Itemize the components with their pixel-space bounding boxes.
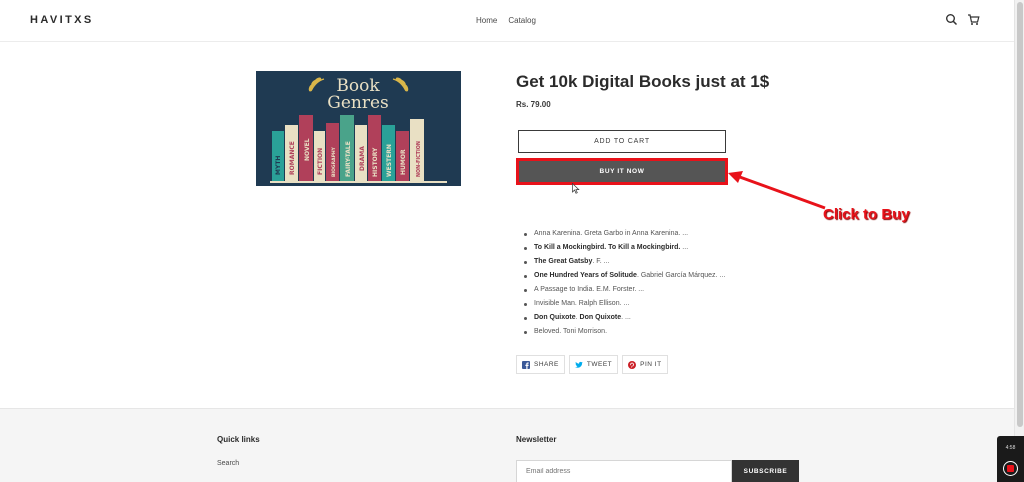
list-item-bold: One Hundred Years of Solitude xyxy=(534,272,637,279)
stop-icon xyxy=(1007,465,1014,472)
recorder-time: 4:58 xyxy=(1005,445,1016,451)
footer-link-search[interactable]: Search xyxy=(217,460,239,467)
spine-fairy-tale: FAIRY-TALE xyxy=(345,141,352,177)
share-facebook-button[interactable]: SHARE xyxy=(516,355,565,374)
list-item: Anna Karenina. Greta Garbo in Anna Karen… xyxy=(524,229,725,243)
list-item: To Kill a Mockingbird. To Kill a Mocking… xyxy=(524,243,725,257)
page-scrollbar[interactable] xyxy=(1014,0,1024,482)
twitter-icon xyxy=(575,361,583,368)
add-to-cart-button[interactable]: ADD TO CART xyxy=(518,130,726,153)
list-item: Don Quixote. Don Quixote. ... xyxy=(524,313,725,327)
site-logo[interactable]: HAVITXS xyxy=(30,14,94,26)
header-icons xyxy=(945,13,980,26)
spine-myth: MYTH xyxy=(275,156,282,175)
spine-non-fiction: NON-FICTION xyxy=(416,141,422,177)
spine-fiction: FICTION xyxy=(317,148,324,175)
image-heading-genres: Genres xyxy=(327,93,389,113)
pinterest-icon xyxy=(628,360,637,369)
list-item-text: A Passage to India. E.M. Forster. ... xyxy=(534,286,645,293)
mouse-cursor-icon xyxy=(572,183,580,194)
list-item-bold: Don Quixote xyxy=(579,314,622,321)
list-item: The Great Gatsby. F. ... xyxy=(524,257,725,271)
list-item-text: Invisible Man. Ralph Ellison. ... xyxy=(534,300,630,307)
social-share: SHARE TWEET PIN IT xyxy=(516,355,668,374)
product-image[interactable]: Book Genres MYTH ROMANCE NOVEL FICTION B… xyxy=(256,71,461,186)
product-title: Get 10k Digital Books just at 1$ xyxy=(516,72,770,91)
list-item: Invisible Man. Ralph Ellison. ... xyxy=(524,299,725,313)
quick-links-title: Quick links xyxy=(217,435,260,444)
share-label: TWEET xyxy=(586,361,613,368)
list-item-text: . F. ... xyxy=(592,258,610,265)
cart-icon[interactable] xyxy=(967,13,980,26)
site-header: HAVITXS Home Catalog xyxy=(0,0,1014,42)
stop-recording-button[interactable] xyxy=(1003,461,1018,476)
list-item: One Hundred Years of Solitude. Gabriel G… xyxy=(524,271,725,285)
share-pinterest-button[interactable]: PIN IT xyxy=(622,355,668,374)
share-label: SHARE xyxy=(534,361,559,368)
spine-biography: BIOGRAPHY xyxy=(331,146,337,177)
product-price: Rs. 79.00 xyxy=(516,100,551,109)
spine-novel: NOVEL xyxy=(304,138,311,161)
spine-western: WESTERN xyxy=(386,144,393,177)
share-twitter-button[interactable]: TWEET xyxy=(568,355,619,374)
list-item-bold: Don Quixote xyxy=(534,314,576,321)
list-item-text: Beloved. Toni Morrison. xyxy=(534,328,608,335)
subscribe-button[interactable]: SUBSCRIBE xyxy=(732,460,799,482)
click-to-buy-annotation: Click to Buy xyxy=(823,206,910,223)
search-icon[interactable] xyxy=(945,13,958,26)
annotation-arrow-icon xyxy=(728,171,826,210)
list-item: A Passage to India. E.M. Forster. ... xyxy=(524,285,725,299)
email-field[interactable] xyxy=(516,460,732,482)
screen-recorder-widget: 4:58 xyxy=(997,436,1024,482)
spine-drama: DRAMA xyxy=(359,146,366,171)
book-list: Anna Karenina. Greta Garbo in Anna Karen… xyxy=(524,229,725,341)
site-footer: Quick links Search Newsletter SUBSCRIBE xyxy=(0,408,1014,482)
newsletter-title: Newsletter xyxy=(516,435,557,444)
share-label: PIN IT xyxy=(640,361,662,368)
spine-romance: ROMANCE xyxy=(289,141,296,175)
list-item: Beloved. Toni Morrison. xyxy=(524,327,725,341)
list-item-text: . Gabriel García Márquez. ... xyxy=(636,272,726,279)
buy-it-now-button[interactable]: BUY IT NOW xyxy=(519,161,725,182)
list-item-bold: To Kill a Mockingbird. To Kill a Mocking… xyxy=(534,244,681,251)
spine-humor: HUMOR xyxy=(400,149,407,175)
facebook-icon xyxy=(522,360,530,369)
scrollbar-thumb[interactable] xyxy=(1017,2,1023,427)
main-nav: Home Catalog xyxy=(476,16,536,25)
spine-history: HISTORY xyxy=(372,147,379,177)
list-item-bold: The Great Gatsby xyxy=(534,258,593,265)
list-item-text: ... xyxy=(680,244,689,251)
nav-home[interactable]: Home xyxy=(476,16,497,25)
list-item-text: Anna Karenina. Greta Garbo in Anna Karen… xyxy=(534,230,689,237)
product-page: HAVITXS Home Catalog Book Genres MYTH RO… xyxy=(0,0,1014,482)
nav-catalog[interactable]: Catalog xyxy=(508,16,536,25)
